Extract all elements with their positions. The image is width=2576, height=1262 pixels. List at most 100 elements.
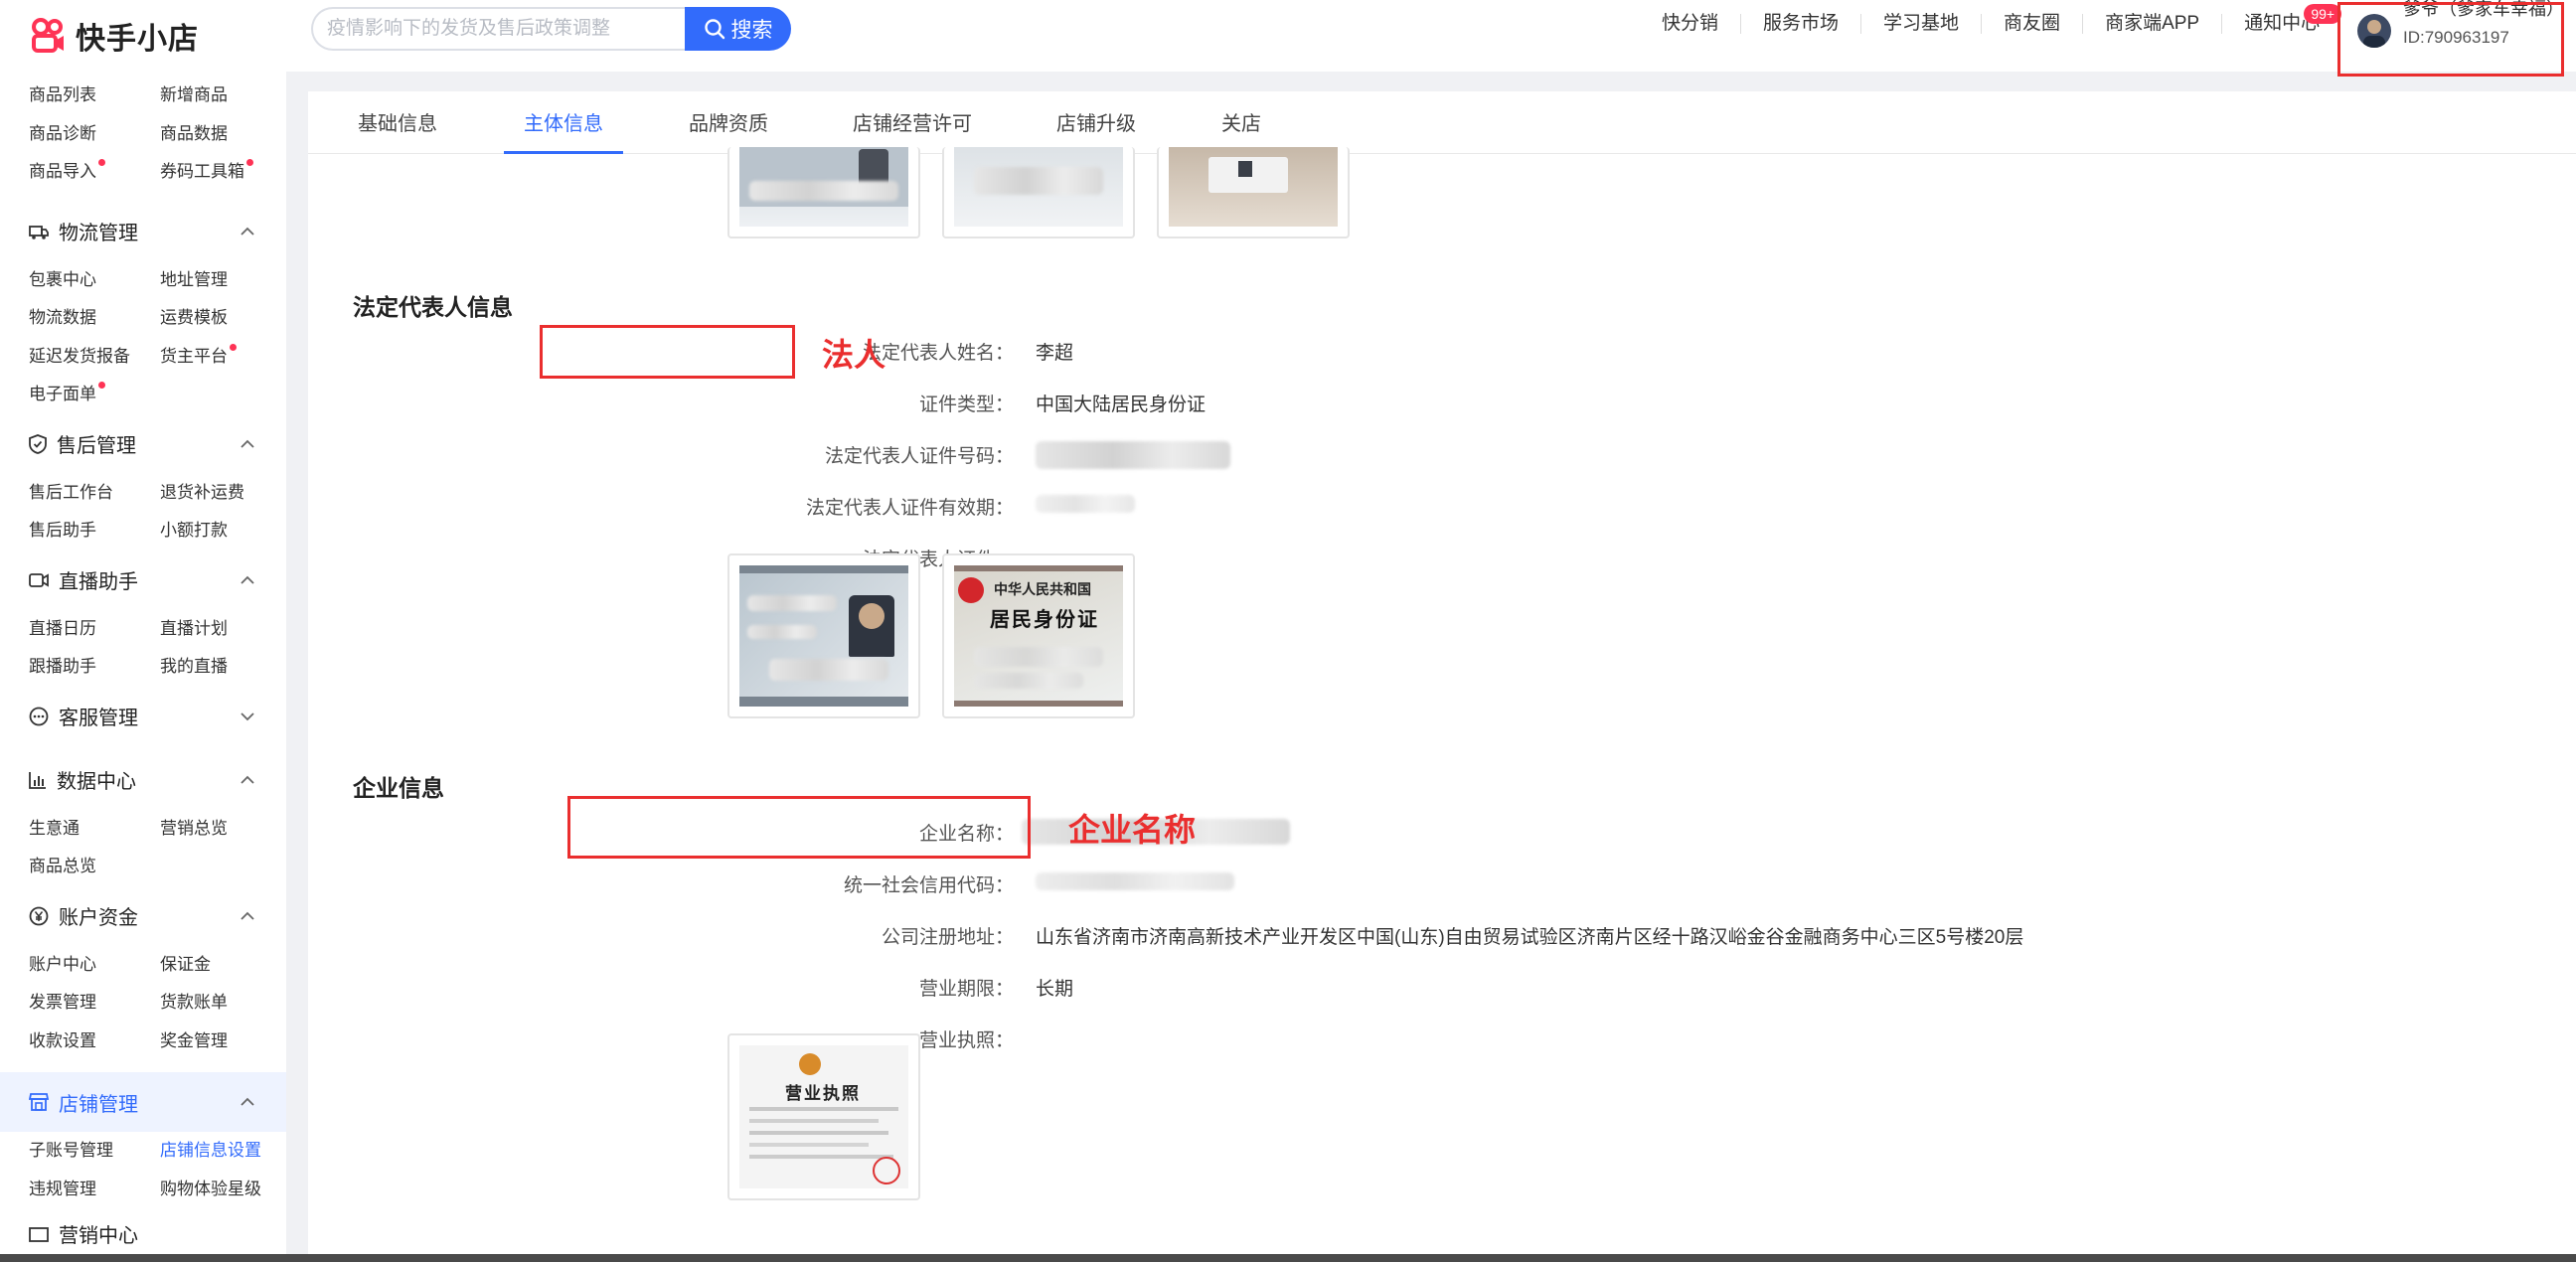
sidebar-item[interactable]: 商品总览	[29, 848, 160, 886]
id-card-back-thumbnail[interactable]: 中华人民共和国 居民身份证	[942, 553, 1135, 718]
sidebar-item[interactable]: 商品诊断	[29, 115, 160, 154]
sidebar-item[interactable]: 保证金	[160, 946, 286, 985]
sidebar-item[interactable]: 购物体验星级	[160, 1171, 286, 1209]
sidebar-item[interactable]: 商品导入	[29, 153, 160, 192]
sidebar-section-title: 客服管理	[59, 708, 138, 729]
chevron-up-icon	[241, 1097, 254, 1106]
document-thumbnail[interactable]	[727, 147, 920, 238]
sidebar-item[interactable]: 小额打款	[160, 512, 286, 551]
tab-entity-info[interactable]: 主体信息	[504, 91, 623, 154]
field-label: 公司注册地址：	[881, 927, 1014, 948]
notification-badge: 99+	[2304, 4, 2342, 24]
sidebar-section-marketing[interactable]: 营销中心	[0, 1208, 286, 1248]
sidebar-item[interactable]: 商品列表	[29, 77, 160, 115]
business-license-thumbnail[interactable]: 营业执照	[727, 1033, 920, 1200]
chat-icon	[29, 707, 49, 725]
sidebar-item[interactable]: 商品数据	[160, 115, 286, 154]
sidebar-section-logistics[interactable]: 物流管理	[0, 202, 286, 261]
sidebar-item[interactable]: 运费模板	[160, 299, 286, 338]
sidebar-section-title: 账户资金	[59, 907, 138, 929]
sidebar-item[interactable]: 账户中心	[29, 946, 160, 985]
annotation-company-name: 企业名称	[1068, 812, 1197, 848]
sidebar-section-after-sales[interactable]: 售后管理	[0, 414, 286, 474]
sidebar-section-title: 店铺管理	[59, 1093, 138, 1116]
brand-name: 快手小店	[76, 23, 199, 56]
yen-icon	[29, 906, 49, 925]
document-thumbnail[interactable]	[942, 147, 1135, 238]
chevron-up-icon	[241, 439, 254, 448]
sidebar-item[interactable]: 我的直播	[160, 648, 286, 687]
search-bar: 搜索	[311, 7, 791, 51]
sidebar-section-store-management[interactable]: 店铺管理	[0, 1072, 286, 1132]
sidebar-item[interactable]: 营销总览	[160, 810, 286, 849]
tab-business-license[interactable]: 店铺经营许可	[853, 91, 972, 153]
sidebar-item[interactable]: 物流数据	[29, 299, 160, 338]
field-label: 统一社会信用代码：	[843, 875, 1014, 896]
id-card-front-thumbnail[interactable]	[727, 553, 920, 718]
nav-learning-base[interactable]: 学习基地	[1861, 14, 1983, 34]
sidebar-section-account-funds[interactable]: 账户资金	[0, 886, 286, 946]
sidebar-item[interactable]: 直播计划	[160, 610, 286, 649]
id-card-back-title: 居民身份证	[990, 609, 1099, 631]
kuaishou-logo-icon	[32, 18, 64, 53]
sidebar-item[interactable]: 券码工具箱	[160, 153, 286, 192]
nav-merchant-circle[interactable]: 商友圈	[1982, 14, 2084, 34]
truck-icon	[29, 225, 49, 239]
sidebar-item[interactable]: 货主平台	[160, 338, 286, 377]
sidebar-item[interactable]: 跟播助手	[29, 648, 160, 687]
sidebar-item[interactable]: 售后助手	[29, 512, 160, 551]
sidebar-section-title: 物流管理	[59, 223, 138, 244]
marketing-icon	[29, 1226, 49, 1242]
tab-close-store[interactable]: 关店	[1221, 91, 1261, 153]
sidebar-item[interactable]: 生意通	[29, 810, 160, 849]
sidebar-item[interactable]: 新增商品	[160, 77, 286, 115]
field-label: 法定代表人证件号码：	[824, 446, 1014, 467]
sidebar-item[interactable]: 奖金管理	[160, 1023, 286, 1061]
sidebar-item[interactable]: 售后工作台	[29, 474, 160, 513]
sidebar-item[interactable]: 货款账单	[160, 984, 286, 1023]
section-title-legal-rep: 法定代表人信息	[353, 294, 513, 320]
field-label: 证件类型：	[918, 394, 1014, 415]
sidebar-item[interactable]: 收款设置	[29, 1023, 160, 1061]
nav-service-market[interactable]: 服务市场	[1741, 14, 1862, 34]
document-thumbnail[interactable]	[1157, 147, 1350, 238]
main-content: 基础信息 主体信息 品牌资质 店铺经营许可 店铺升级 关店 法定代表人信息 法定…	[308, 91, 2576, 1254]
bottom-scrollbar[interactable]	[0, 1254, 2576, 1262]
tab-brand-qualification[interactable]: 品牌资质	[689, 91, 768, 153]
sidebar-item[interactable]: 退货补运费	[160, 474, 286, 513]
sidebar: 商品列表 新增商品 商品诊断 商品数据 商品导入 券码工具箱 物流管理 包裹中心…	[0, 72, 286, 1254]
sidebar-item-store-info-settings[interactable]: 店铺信息设置	[160, 1132, 286, 1171]
sidebar-section-data-center[interactable]: 数据中心	[0, 750, 286, 810]
search-icon	[704, 19, 724, 40]
sidebar-item[interactable]: 子账号管理	[29, 1132, 160, 1171]
sidebar-item[interactable]: 电子面单	[29, 376, 160, 414]
tab-store-upgrade[interactable]: 店铺升级	[1056, 91, 1136, 153]
company-address-value: 山东省济南市济南高新技术产业开发区中国(山东)自由贸易试验区济南片区经十路汉峪金…	[1036, 927, 2024, 948]
sidebar-section-title: 数据中心	[57, 771, 136, 793]
annotation-box-legal-name	[540, 325, 795, 379]
field-label: 营业期限：	[918, 979, 1014, 1000]
nav-kuaifenxiao[interactable]: 快分销	[1640, 14, 1742, 34]
sidebar-section-live[interactable]: 直播助手	[0, 551, 286, 610]
sidebar-item[interactable]: 直播日历	[29, 610, 160, 649]
annotation-box-shop-id	[2337, 2, 2564, 77]
search-input[interactable]	[311, 7, 685, 51]
nav-merchant-app[interactable]: 商家端APP	[2083, 14, 2223, 34]
brand-logo[interactable]: 快手小店	[30, 10, 199, 62]
sidebar-item[interactable]: 包裹中心	[29, 261, 160, 300]
sidebar-item[interactable]: 延迟发货报备	[29, 338, 160, 377]
sidebar-section-title: 售后管理	[57, 435, 136, 457]
nav-notification-center[interactable]: 通知中心 99+	[2222, 4, 2342, 34]
sidebar-item[interactable]: 违规管理	[29, 1171, 160, 1209]
sidebar-item[interactable]: 地址管理	[160, 261, 286, 300]
sidebar-section-customer-service[interactable]: 客服管理	[0, 687, 286, 746]
sidebar-group-logistics: 包裹中心 地址管理 物流数据 运费模板 延迟发货报备 货主平台 电子面单	[0, 261, 286, 414]
search-button[interactable]: 搜索	[685, 7, 791, 51]
id-card-back-header: 中华人民共和国	[994, 581, 1091, 597]
sidebar-section-title: 营销中心	[59, 1225, 138, 1247]
id-type-value: 中国大陆居民身份证	[1036, 394, 1207, 415]
chevron-up-icon	[241, 911, 254, 920]
sidebar-item[interactable]: 发票管理	[29, 984, 160, 1023]
tab-basic-info[interactable]: 基础信息	[358, 91, 437, 153]
sidebar-group-store-management: 子账号管理 店铺信息设置 违规管理 购物体验星级	[0, 1132, 286, 1208]
